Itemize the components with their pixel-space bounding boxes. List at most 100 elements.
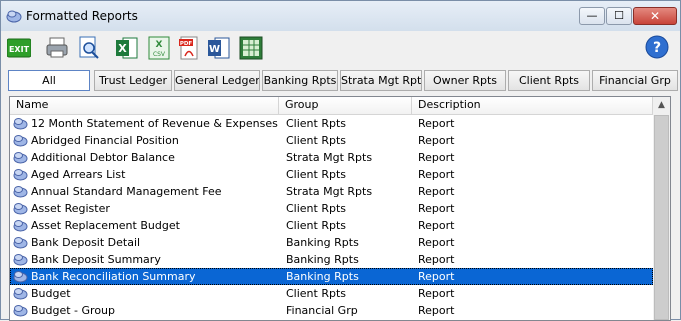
tab-trust-ledger[interactable]: Trust Ledger [94,70,172,91]
cell-group: Banking Rpts [286,270,359,283]
cell-group: Strata Mgt Rpts [286,185,373,198]
cell-name: Budget [31,287,71,300]
report-row-icon [13,254,28,266]
cell-description: Report [418,219,455,232]
tab-strata-mgt-rpts[interactable]: Strata Mgt Rpts [340,70,422,91]
cell-description: Report [418,287,455,300]
cell-group: Financial Grp [286,304,358,317]
table-row[interactable]: 12 Month Statement of Revenue & Expenses… [10,115,653,132]
report-row-icon [13,186,28,198]
scroll-up-arrow-icon[interactable]: ▲ [653,97,670,114]
cell-group: Strata Mgt Rpts [286,151,373,164]
maximize-button[interactable]: ☐ [606,7,632,25]
cell-group: Client Rpts [286,168,347,181]
cell-name: 12 Month Statement of Revenue & Expenses [31,117,278,130]
minimize-button[interactable]: — [579,7,605,25]
column-header-group[interactable]: Group [279,97,412,114]
cell-group: Client Rpts [286,219,347,232]
svg-text:?: ? [653,40,661,56]
vertical-scrollbar[interactable]: ▲ [653,97,670,320]
table-row[interactable]: Additional Debtor Balance Strata Mgt Rpts… [10,149,653,166]
report-app-icon [6,10,22,23]
table-row[interactable]: Bank Deposit Summary Banking Rpts Report [10,251,653,268]
list-header: Name Group Description [10,97,653,115]
tab-client-rpts[interactable]: Client Rpts [508,70,590,91]
cell-name: Asset Replacement Budget [31,219,180,232]
window-title: Formatted Reports [26,9,138,23]
cell-group: Client Rpts [286,202,347,215]
report-row-icon [13,203,28,215]
cell-description: Report [418,304,455,317]
csv-icon: X CSV [148,36,170,60]
svg-text:EXIT: EXIT [9,45,30,54]
tab-owner-rpts[interactable]: Owner Rpts [424,70,506,91]
cell-name: Bank Deposit Detail [31,236,141,249]
column-header-description[interactable]: Description [412,97,653,114]
spreadsheet-grid-icon [239,36,263,60]
excel-export-button[interactable]: X [113,34,141,62]
table-row[interactable]: Annual Standard Management Fee Strata Mgt… [10,183,653,200]
maximize-icon: ☐ [614,9,624,22]
preview-button[interactable] [75,34,103,62]
pdf-export-button[interactable]: PDF [175,34,203,62]
tab-general-ledger[interactable]: General Ledger [174,70,260,91]
svg-text:W: W [209,44,220,55]
minimize-icon: — [586,9,598,22]
cell-group: Client Rpts [286,134,347,147]
cell-group: Banking Rpts [286,236,359,249]
report-row-icon [13,271,28,283]
grid-export-button[interactable] [237,34,265,62]
close-button[interactable]: ✕ [633,7,677,25]
word-icon: W [208,37,230,59]
cell-description: Report [418,117,455,130]
close-icon: ✕ [649,9,661,23]
table-row[interactable]: Abridged Financial Position Client Rpts Re… [10,132,653,149]
cell-name: Budget - Group [31,304,116,317]
svg-text:X: X [118,42,127,55]
print-preview-icon [79,36,99,59]
cell-description: Report [418,168,455,181]
word-export-button[interactable]: W [205,34,233,62]
table-row[interactable]: Budget - Group Financial Grp Report [10,302,653,319]
table-row[interactable]: Bank Reconciliation Summary Banking Rpts R… [10,268,653,285]
help-button[interactable]: ? [645,35,669,59]
cell-description: Report [418,236,455,249]
exit-button[interactable]: EXIT [5,34,33,62]
report-row-icon [13,118,28,130]
tab-all[interactable]: All [8,70,90,91]
cell-name: Bank Reconciliation Summary [31,270,196,283]
csv-export-button[interactable]: X CSV [145,34,173,62]
excel-icon: X [116,37,138,59]
toolbar: EXIT X X CSV PDF W [1,32,680,66]
cell-name: Bank Deposit Summary [31,253,161,266]
table-row[interactable]: Asset Register Client Rpts Report [10,200,653,217]
svg-text:X: X [156,40,163,50]
cell-description: Report [418,202,455,215]
exit-icon: EXIT [7,38,31,58]
tab-financial-grp[interactable]: Financial Grp [592,70,678,91]
table-row[interactable]: Aged Arrears List Client Rpts Report [10,166,653,183]
column-header-name[interactable]: Name [10,97,279,114]
cell-description: Report [418,151,455,164]
formatted-reports-window: Formatted Reports — ☐ ✕ EXIT X X CSV PDF… [0,0,681,321]
reports-list[interactable]: Name Group Description 12 Month Statemen… [9,96,671,321]
report-row-icon [13,288,28,300]
cell-name: Additional Debtor Balance [31,151,175,164]
table-row[interactable]: Bank Deposit Detail Banking Rpts Report [10,234,653,251]
scroll-thumb[interactable] [654,115,669,320]
table-row[interactable]: Budget Client Rpts Report [10,285,653,302]
cell-description: Report [418,270,455,283]
print-button[interactable] [43,34,71,62]
tab-banking-rpts[interactable]: Banking Rpts [262,70,338,91]
svg-text:CSV: CSV [153,51,166,58]
cell-group: Client Rpts [286,287,347,300]
svg-text:PDF: PDF [180,41,193,47]
pdf-icon: PDF [179,36,198,60]
cell-group: Client Rpts [286,117,347,130]
report-row-icon [13,237,28,249]
table-row[interactable]: Asset Replacement Budget Client Rpts Repor… [10,217,653,234]
cell-name: Abridged Financial Position [31,134,179,147]
cell-name: Asset Register [31,202,110,215]
printer-icon [46,37,68,58]
help-icon: ? [645,35,669,59]
